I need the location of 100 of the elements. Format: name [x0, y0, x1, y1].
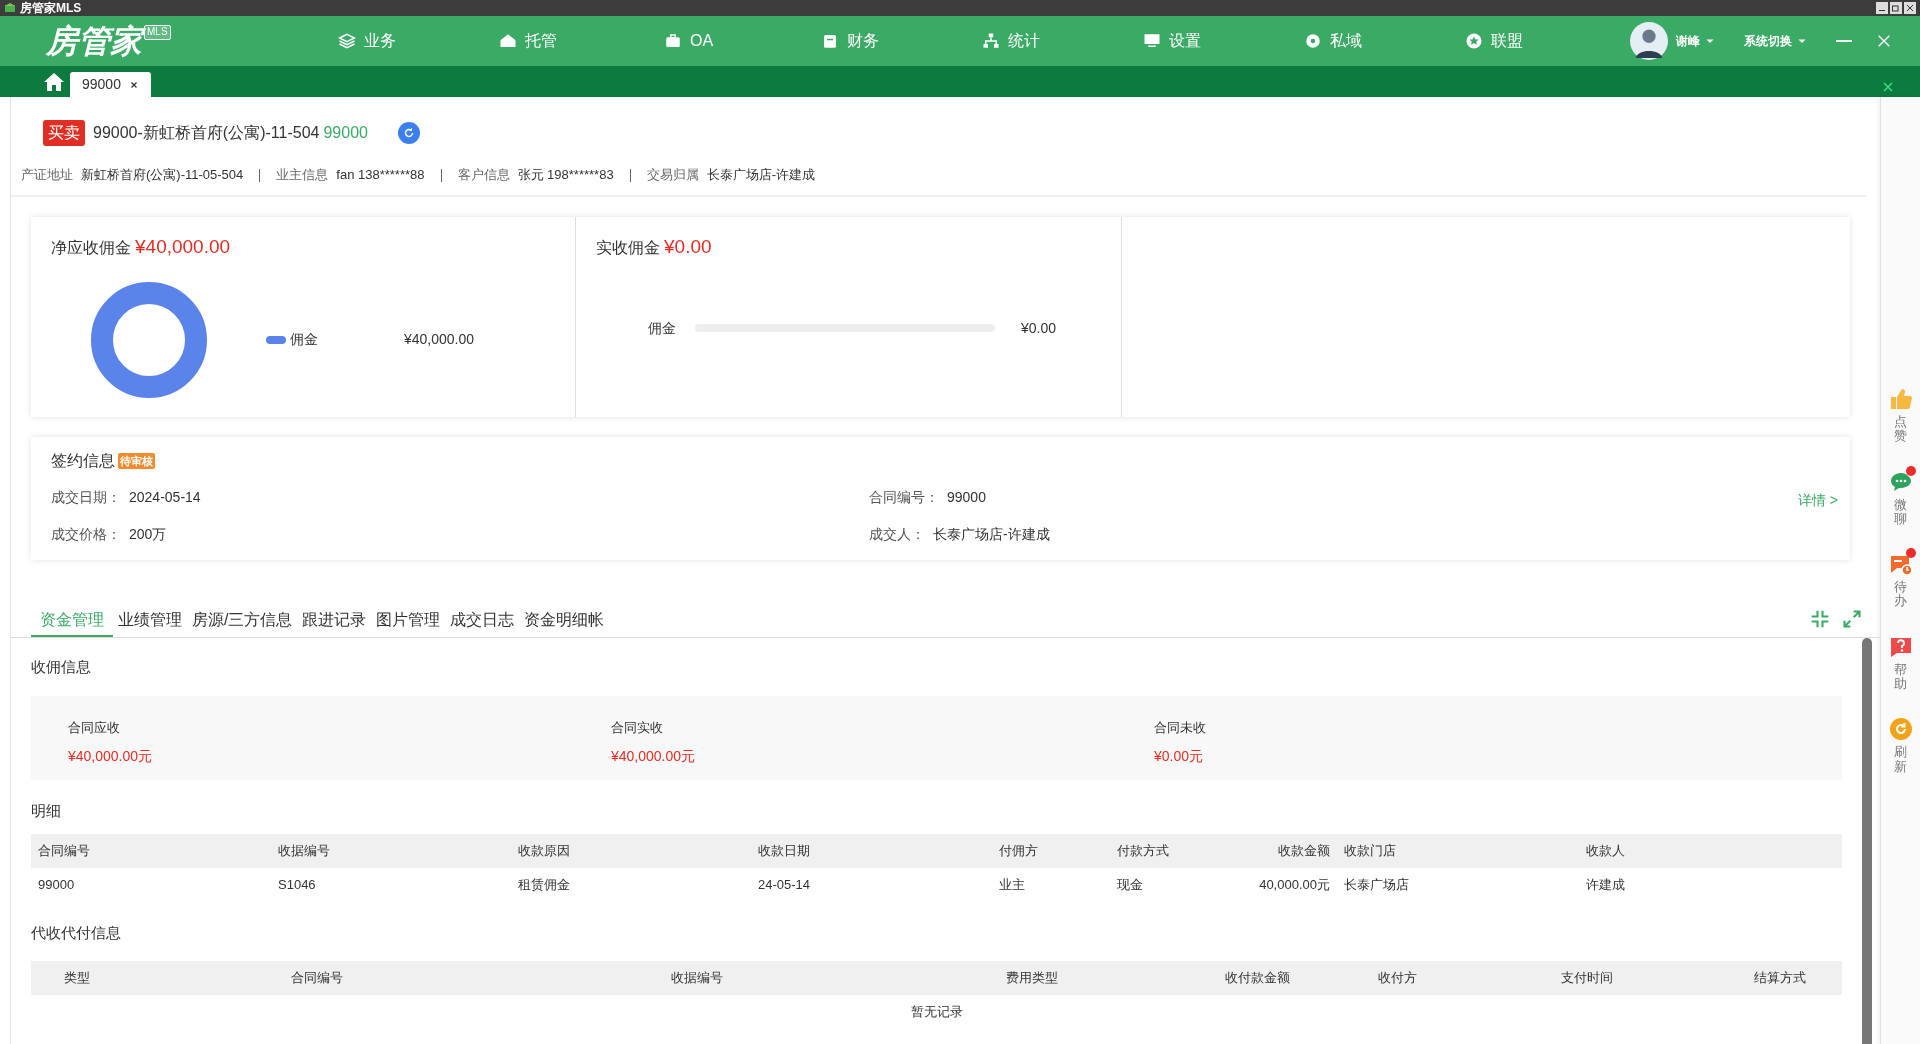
- nav-item[interactable]: 托管: [447, 29, 608, 53]
- close-icon: [1882, 81, 1894, 93]
- field-label: 合同编号：: [869, 488, 939, 507]
- summary-label: 合同未收: [1154, 718, 1206, 737]
- field-label: 成交人：: [869, 525, 925, 544]
- field-value: 长泰广场店-许建成: [933, 525, 1050, 544]
- column-header: 收款日期: [757, 842, 811, 861]
- user-menu[interactable]: 谢峰: [1676, 32, 1716, 50]
- side-action[interactable]: 微聊: [1887, 469, 1914, 527]
- tab[interactable]: 房源/三方信息: [187, 605, 298, 637]
- side-action[interactable]: 点赞: [1887, 387, 1914, 444]
- home-icon: [42, 70, 66, 94]
- column-header: 合同编号: [290, 968, 344, 987]
- section-title: 收佣信息: [31, 657, 92, 677]
- table-cell-text: 长泰广场店: [1343, 876, 1410, 895]
- close-button[interactable]: [1876, 33, 1892, 49]
- table-cell-text: 租赁佣金: [517, 876, 571, 895]
- table-cell-text: 许建成: [1585, 876, 1626, 895]
- tab[interactable]: 资金明细帐: [519, 605, 610, 637]
- empty-message: 暂无记录: [910, 1002, 963, 1021]
- table-cell-text: 24-05-14: [757, 876, 812, 895]
- column-header: 收据编号: [277, 842, 331, 861]
- system-switch-button[interactable]: 系统切换: [1744, 32, 1808, 50]
- summary-label: 合同实收: [611, 718, 663, 737]
- side-action[interactable]: 刷新: [1887, 717, 1914, 774]
- net-commission-value: ¥40,000.00: [135, 235, 231, 259]
- nav-item[interactable]: 设置: [1091, 29, 1252, 53]
- net-commission-label: 净应收佣金: [51, 238, 131, 258]
- collapse-icon: [1810, 609, 1831, 629]
- summary-label: 合同应收: [68, 718, 120, 737]
- minimize-icon: [1836, 40, 1852, 42]
- property-code: 99000: [323, 122, 368, 143]
- field-value: 99000: [947, 488, 986, 507]
- field-value: 200万: [129, 525, 167, 544]
- column-header: 收款金额: [1277, 842, 1331, 861]
- nav-item[interactable]: 业务: [286, 29, 447, 53]
- nav-item[interactable]: 私域: [1252, 29, 1413, 53]
- info-value: 长泰广场店-许建成: [706, 166, 815, 185]
- section-title: 明细: [31, 800, 62, 821]
- deal-type-tag: 买卖: [43, 119, 85, 146]
- expand-button[interactable]: [1842, 609, 1863, 629]
- side-action[interactable]: 帮助: [1887, 634, 1914, 692]
- info-value: 新虹桥首府(公寓)-11-05-504: [81, 166, 244, 185]
- field-label: 成交价格：: [51, 525, 121, 544]
- tab[interactable]: 成交日志: [445, 605, 520, 637]
- thumbs-up-icon: [1888, 387, 1913, 411]
- side-action[interactable]: 待办: [1887, 552, 1914, 609]
- column-header: 类型: [63, 968, 91, 987]
- info-value: 张元 198******83: [517, 166, 614, 185]
- nav-item[interactable]: 联盟: [1413, 29, 1574, 53]
- tab[interactable]: 资金管理: [31, 605, 113, 637]
- info-value: fan 138******88: [336, 166, 425, 185]
- received-commission-value: ¥0.00: [664, 235, 712, 259]
- column-header: 收款人: [1585, 842, 1626, 861]
- field-label: 成交日期：: [51, 488, 121, 507]
- column-header: 收付方: [1376, 968, 1418, 987]
- property-title: 99000-新虹桥首府(公寓)-11-504: [93, 122, 320, 143]
- column-header: 支付时间: [1560, 968, 1614, 987]
- window-title: 房管家MLS: [20, 0, 82, 17]
- info-label: 交易归属: [646, 166, 699, 185]
- info-label: 业主信息: [276, 166, 329, 185]
- table-cell-text: 业主: [998, 876, 1026, 895]
- document-tab[interactable]: 99000: [70, 72, 151, 97]
- legend-label: 佣金: [290, 330, 318, 349]
- summary-value: ¥40,000.00元: [611, 747, 696, 766]
- details-link[interactable]: 详情 >: [1797, 490, 1838, 511]
- legend-value: ¥40,000.00: [404, 330, 475, 349]
- nav-item[interactable]: 统计: [930, 29, 1091, 53]
- column-header: 收据编号: [670, 968, 724, 987]
- refresh-button[interactable]: [397, 121, 420, 144]
- tab[interactable]: 图片管理: [371, 605, 446, 637]
- monitor-icon: [1142, 32, 1161, 50]
- eye-icon: [1303, 32, 1322, 50]
- expand-icon: [1842, 609, 1863, 629]
- close-all-button[interactable]: [1882, 81, 1894, 93]
- info-label: 客户信息: [457, 166, 510, 185]
- avatar-icon: [1630, 22, 1668, 60]
- table-cell-text: 现金: [1116, 876, 1144, 895]
- brand-badge: MLS: [144, 25, 171, 40]
- tab[interactable]: 业绩管理: [113, 605, 187, 637]
- column-header: 付款方式: [1116, 842, 1170, 861]
- bar-label: 佣金: [648, 318, 676, 338]
- column-header: 费用类型: [1005, 968, 1059, 987]
- column-header: 结算方式: [1752, 968, 1807, 987]
- close-icon: [128, 79, 139, 90]
- section-title: 签约信息: [51, 451, 115, 471]
- nav-item[interactable]: 财务: [769, 29, 930, 53]
- close-icon: [1876, 33, 1892, 49]
- collapse-button[interactable]: [1810, 609, 1831, 629]
- hierarchy-icon: [981, 32, 1000, 50]
- column-header: 收款门店: [1343, 842, 1397, 861]
- nav-item[interactable]: OA: [608, 29, 769, 53]
- column-header: 收付款金额: [1223, 968, 1291, 987]
- field-value: 2024-05-14: [129, 488, 201, 507]
- column-header: 合同编号: [37, 842, 91, 861]
- bar-value: ¥0.00: [1021, 318, 1057, 338]
- section-title: 代收代付信息: [31, 923, 122, 943]
- tab[interactable]: 跟进记录: [297, 605, 372, 637]
- home-button[interactable]: [42, 70, 66, 94]
- app-icon: [4, 2, 16, 14]
